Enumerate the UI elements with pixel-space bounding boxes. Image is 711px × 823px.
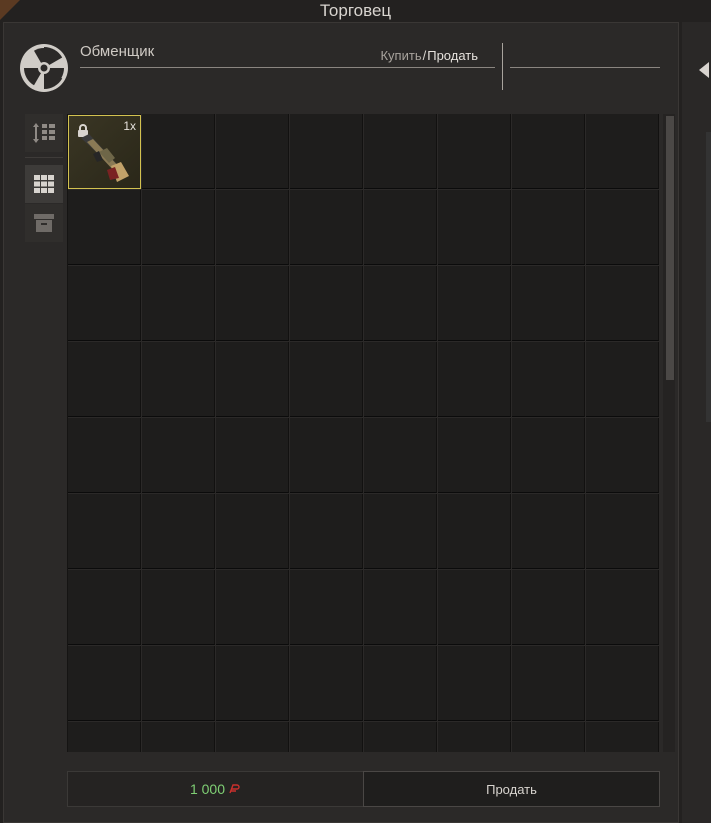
inventory-cell[interactable] (586, 494, 659, 569)
inventory-cell[interactable] (290, 266, 363, 341)
inventory-cell[interactable] (512, 722, 585, 752)
buy-mode-link[interactable]: Купить (380, 48, 421, 63)
inventory-cell[interactable] (438, 494, 511, 569)
inventory-cell[interactable] (68, 570, 141, 645)
inventory-cell[interactable] (290, 114, 363, 189)
inventory-cell[interactable] (216, 266, 289, 341)
inventory-cell[interactable] (142, 266, 215, 341)
inventory-cell[interactable] (586, 570, 659, 645)
grid-icon (34, 175, 54, 193)
inventory-cell[interactable] (68, 190, 141, 265)
inventory-cell[interactable] (68, 342, 141, 417)
grid-view-button[interactable] (25, 165, 63, 203)
window-title: Торговец (319, 1, 392, 20)
money-amount: 1 000 (189, 781, 226, 797)
inventory-cell[interactable] (216, 190, 289, 265)
inventory-cell[interactable] (290, 342, 363, 417)
scrollbar-thumb[interactable] (666, 116, 674, 380)
sell-button[interactable]: Продать (363, 771, 660, 807)
inventory-cell[interactable] (68, 646, 141, 721)
inventory-cell[interactable] (142, 418, 215, 493)
inventory-cell[interactable] (586, 190, 659, 265)
inventory-cell[interactable] (438, 646, 511, 721)
sort-icon (33, 123, 55, 143)
inventory-cell[interactable] (68, 494, 141, 569)
inventory-cell[interactable] (216, 114, 289, 189)
inventory-cell[interactable] (364, 494, 437, 569)
inventory-cell[interactable] (364, 646, 437, 721)
inventory-cell[interactable] (216, 570, 289, 645)
header-divider (502, 43, 503, 90)
inventory-cell[interactable] (216, 646, 289, 721)
inventory-cell[interactable] (216, 494, 289, 569)
mode-separator: / (422, 48, 427, 63)
inventory-cell[interactable] (586, 266, 659, 341)
inventory-cell[interactable] (142, 190, 215, 265)
search-input[interactable] (510, 67, 660, 68)
sort-button[interactable] (25, 114, 63, 152)
inventory-item[interactable]: 1x (68, 115, 141, 189)
inventory-cell[interactable] (586, 722, 659, 752)
shotgun-icon (81, 134, 129, 182)
inventory-cell[interactable] (142, 114, 215, 189)
collapse-arrow-icon[interactable] (699, 62, 709, 78)
inventory-cell[interactable] (512, 190, 585, 265)
inventory-cell[interactable] (512, 114, 585, 189)
inventory-cell[interactable] (216, 342, 289, 417)
inventory-cell[interactable] (68, 418, 141, 493)
inventory-cell[interactable] (586, 114, 659, 189)
inventory-cell[interactable] (512, 570, 585, 645)
inventory-cell[interactable] (290, 570, 363, 645)
inventory-cell[interactable] (438, 570, 511, 645)
inventory-cell[interactable] (512, 342, 585, 417)
inventory-cell[interactable] (364, 570, 437, 645)
inventory-cell[interactable] (586, 646, 659, 721)
inventory-cell[interactable] (438, 342, 511, 417)
inventory-cell[interactable] (142, 570, 215, 645)
sidebar-divider (25, 157, 63, 158)
inventory-cell[interactable] (438, 190, 511, 265)
inventory-cell[interactable] (512, 418, 585, 493)
inventory-cell[interactable] (364, 114, 437, 189)
inventory-cell[interactable] (364, 266, 437, 341)
inventory-cell[interactable] (364, 342, 437, 417)
inventory-cell[interactable] (290, 646, 363, 721)
container-view-button[interactable] (25, 204, 63, 242)
money-display: 1 000 (67, 771, 363, 807)
side-panel-strip (706, 132, 711, 422)
side-panel-edge (682, 22, 711, 823)
inventory-cell[interactable] (290, 722, 363, 752)
inventory-cell[interactable] (216, 722, 289, 752)
inventory-cell[interactable] (364, 722, 437, 752)
inventory-grid (67, 114, 660, 752)
inventory-cell[interactable] (586, 342, 659, 417)
inventory-cell[interactable] (512, 646, 585, 721)
inventory-cell[interactable] (438, 418, 511, 493)
inventory-cell[interactable] (142, 494, 215, 569)
inventory-cell[interactable] (438, 114, 511, 189)
inventory-cell[interactable] (438, 722, 511, 752)
inventory-cell[interactable] (586, 418, 659, 493)
inventory-cell[interactable] (142, 646, 215, 721)
header-underline (80, 67, 495, 68)
inventory-cell[interactable] (290, 494, 363, 569)
inventory-cell[interactable] (364, 418, 437, 493)
inventory-cell[interactable] (216, 418, 289, 493)
inventory-cell[interactable] (68, 722, 141, 752)
inventory-cell[interactable] (364, 190, 437, 265)
inventory-cell[interactable] (142, 342, 215, 417)
trade-mode-switch: Купить/Продать (380, 48, 478, 63)
inventory-cell[interactable] (438, 266, 511, 341)
inventory-cell[interactable] (68, 266, 141, 341)
ruble-icon (229, 784, 240, 794)
trader-name: Обменщик (80, 43, 155, 60)
inventory-cell[interactable] (512, 266, 585, 341)
inventory-cell[interactable] (142, 722, 215, 752)
inventory-cell[interactable] (512, 494, 585, 569)
inventory-cell[interactable] (290, 418, 363, 493)
inventory-cell[interactable] (290, 190, 363, 265)
radiation-icon (20, 44, 68, 92)
sell-mode-link[interactable]: Продать (427, 48, 478, 63)
box-icon (34, 214, 54, 232)
